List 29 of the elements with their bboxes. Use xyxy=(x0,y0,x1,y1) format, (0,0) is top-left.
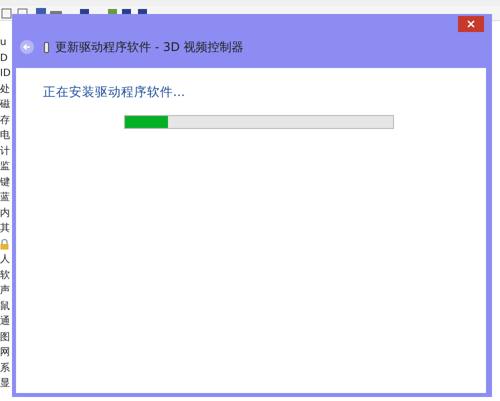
device-icon xyxy=(44,42,49,52)
tree-item[interactable]: 键 xyxy=(0,174,11,190)
status-heading: 正在安装驱动程序软件... xyxy=(43,84,186,101)
tree-item[interactable]: 鼠 xyxy=(0,298,11,314)
tree-item[interactable]: 系 xyxy=(0,360,11,376)
tree-item[interactable]: 内 xyxy=(0,206,11,221)
close-icon xyxy=(467,20,475,28)
tree-item[interactable]: D xyxy=(0,50,11,66)
tree-item[interactable]: 存 xyxy=(0,112,11,128)
lock-icon xyxy=(0,238,9,250)
window-title: 更新驱动程序软件 - 3D 视频控制器 xyxy=(55,38,244,56)
tree-item[interactable]: u xyxy=(0,35,11,50)
tree-item[interactable]: 计 xyxy=(0,144,11,159)
tree-item[interactable]: 软 xyxy=(0,268,11,283)
tree-item[interactable]: 处 xyxy=(0,82,11,97)
tree-item[interactable]: 监 xyxy=(0,159,11,174)
tree-item[interactable]: 磁 xyxy=(0,97,11,112)
tree-item[interactable]: 电 xyxy=(0,128,11,144)
close-button[interactable] xyxy=(458,16,484,32)
tree-item[interactable]: 蓝 xyxy=(0,190,11,206)
back-icon[interactable] xyxy=(20,40,34,54)
tree-item[interactable]: 显 xyxy=(0,376,11,392)
tree-item[interactable]: 图 xyxy=(0,330,11,345)
tree-item[interactable]: 其 xyxy=(0,221,11,236)
tree-item[interactable]: 通 xyxy=(0,314,11,330)
tree-item[interactable]: ID xyxy=(0,66,11,82)
tree-item[interactable]: 声 xyxy=(0,283,11,298)
tree-item[interactable]: 人 xyxy=(0,252,11,268)
tree-item[interactable]: 网 xyxy=(0,345,11,360)
